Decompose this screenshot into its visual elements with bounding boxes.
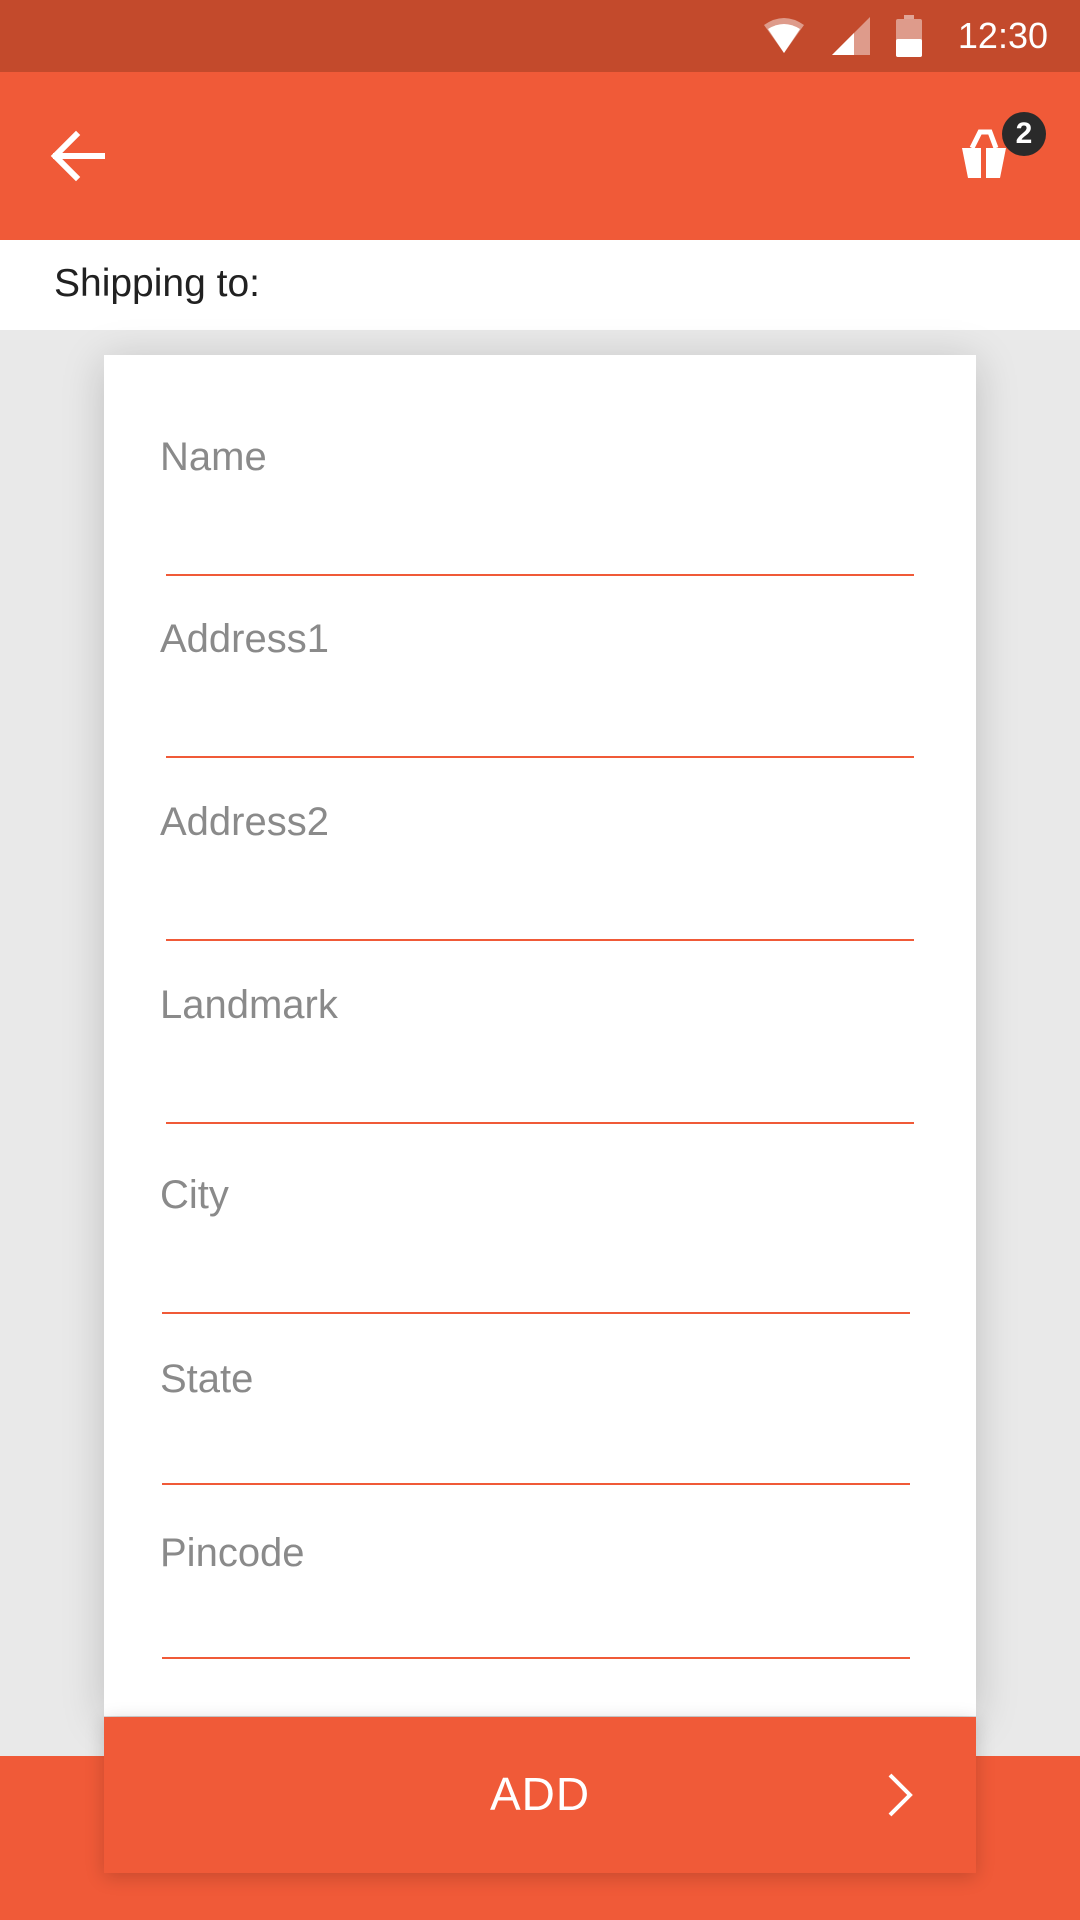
city-field: City xyxy=(160,1173,920,1314)
status-time: 12:30 xyxy=(957,15,1048,56)
name-input[interactable] xyxy=(166,520,914,576)
state-field: State xyxy=(160,1357,920,1485)
city-input[interactable] xyxy=(162,1258,910,1314)
address1-field: Address1 xyxy=(160,617,920,758)
app-bar: 2 xyxy=(0,72,1080,240)
cart-count-badge: 2 xyxy=(1002,112,1046,156)
city-label: City xyxy=(160,1173,229,1217)
shipping-header: Shipping to: xyxy=(0,240,1080,330)
name-label: Name xyxy=(160,435,267,479)
wifi-icon xyxy=(763,18,804,53)
pincode-label: Pincode xyxy=(160,1531,305,1575)
pincode-input[interactable] xyxy=(162,1603,910,1659)
address2-field: Address2 xyxy=(160,800,920,941)
shipping-heading: Shipping to: xyxy=(54,262,260,305)
cart-button[interactable]: 2 xyxy=(950,108,1050,208)
landmark-input[interactable] xyxy=(166,1068,914,1124)
add-button[interactable]: ADD xyxy=(104,1717,976,1873)
status-bar: 12:30 xyxy=(0,0,1080,72)
address-form-card: Name Address1 Address2 Landmark City Sta… xyxy=(104,355,976,1716)
landmark-field: Landmark xyxy=(160,983,920,1124)
state-input[interactable] xyxy=(162,1429,910,1485)
state-label: State xyxy=(160,1357,254,1401)
address2-label: Address2 xyxy=(160,800,329,844)
address1-input[interactable] xyxy=(166,702,914,758)
add-button-label: ADD xyxy=(489,1768,591,1820)
battery-icon xyxy=(895,15,922,57)
chevron-right-icon xyxy=(888,1773,913,1817)
pincode-field: Pincode xyxy=(160,1531,920,1659)
back-button[interactable] xyxy=(44,121,114,191)
signal-icon xyxy=(831,17,870,55)
status-icons: 12:30 xyxy=(762,0,1048,72)
back-arrow-icon xyxy=(50,130,105,182)
name-field: Name xyxy=(160,435,920,576)
landmark-label: Landmark xyxy=(160,983,338,1027)
address2-input[interactable] xyxy=(166,885,914,941)
address1-label: Address1 xyxy=(160,617,329,661)
